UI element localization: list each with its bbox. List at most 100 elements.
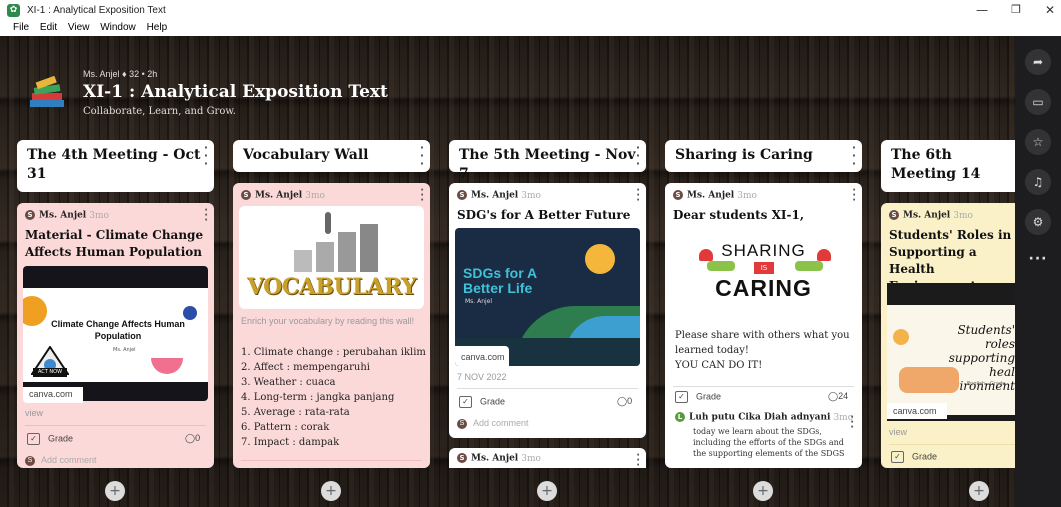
maximize-button[interactable]: ❐	[1006, 3, 1026, 16]
books-icon	[30, 76, 64, 107]
post-menu-icon[interactable]: · · ·	[636, 186, 640, 206]
board-subtitle: Collaborate, Learn, and Grow.	[83, 106, 236, 117]
post-card-second[interactable]: S Ms. Anjel 3mo · · ·	[449, 448, 646, 468]
grade-button[interactable]: ✓ Grade	[27, 433, 73, 445]
thumbnail-text: Climate Change Affects Human Population	[51, 319, 185, 341]
minimize-button[interactable]: —	[972, 3, 992, 17]
column-menu-icon[interactable]: · · ·	[852, 142, 856, 169]
column-menu-icon[interactable]: · · ·	[636, 142, 640, 169]
post-author: S Ms. Anjel 3mo	[25, 210, 109, 221]
post-card-sharing[interactable]: S Ms. Anjel 3mo · · · Dear students XI-1, SH…	[665, 183, 862, 468]
thumbnail-line2: IS	[754, 262, 774, 274]
slideshow-icon[interactable]: ▭	[1025, 89, 1051, 115]
column-title: The 6th Meeting 14	[891, 147, 981, 182]
add-post-button[interactable]: +	[753, 481, 773, 501]
avatar: S	[673, 190, 683, 200]
right-toolbar: ➦ ▭ ☆ ♫ ⚙ ···	[1015, 36, 1061, 507]
vocabulary-item: 4. Long-term : jangka panjang	[241, 392, 395, 403]
comment-icon: ◯	[828, 391, 839, 401]
post-link[interactable]: canva.com	[29, 389, 73, 399]
vocabulary-item: 1. Climate change : perubahan iklim	[241, 347, 426, 358]
avatar: S	[457, 453, 467, 463]
column-title: Vocabulary Wall	[243, 147, 369, 163]
post-menu-icon[interactable]: · · ·	[852, 186, 856, 206]
window-title: XI-1 : Analytical Exposition Text	[27, 5, 166, 16]
add-post-button[interactable]: +	[321, 481, 341, 501]
comment-count[interactable]: ◯0	[185, 433, 200, 444]
menu-help[interactable]: Help	[147, 22, 168, 33]
avatar: L	[675, 412, 685, 422]
share-icon[interactable]: ➦	[1025, 49, 1051, 75]
post-card-climate-change[interactable]: S Ms. Anjel 3mo · · · Material - Climate Cha…	[17, 203, 214, 468]
post-link-view[interactable]: view	[25, 408, 43, 418]
post-thumbnail[interactable]: VOCABULARY	[239, 206, 424, 309]
thumbnail-line1: SHARING	[721, 241, 806, 260]
post-author: S Ms. Anjel 3mo	[457, 453, 541, 464]
post-card-students-roles[interactable]: S Ms. Anjel 3mo Students' Roles in Support…	[881, 203, 1015, 468]
column-header-vocabulary-wall[interactable]: Vocabulary Wall · · ·	[233, 140, 430, 172]
grade-icon: ✓	[675, 391, 688, 403]
post-thumbnail[interactable]: SHARING IS CARING	[671, 235, 856, 320]
vocabulary-item: 5. Average : rata-rata	[241, 407, 350, 418]
menu-view[interactable]: View	[68, 22, 90, 33]
post-caption: Enrich your vocabulary by reading this w…	[241, 316, 415, 326]
grade-icon: ✓	[891, 451, 904, 463]
post-thumbnail[interactable]: Climate Change Affects Human Population …	[23, 266, 208, 401]
column-header-6th-meeting[interactable]: The 6th Meeting 14	[881, 140, 1015, 192]
add-comment-field[interactable]: S Add comment	[457, 418, 529, 429]
grade-button[interactable]: ✓ Grade	[675, 391, 721, 403]
post-link[interactable]: canva.com	[893, 406, 937, 416]
grade-button[interactable]: ✓ Grade	[891, 451, 937, 463]
post-menu-icon[interactable]: · · ·	[204, 206, 208, 226]
comment-count[interactable]: ◯0	[617, 396, 632, 407]
column-header-4th-meeting[interactable]: The 4th Meeting - Oct 31 · · ·	[17, 140, 214, 192]
add-post-button[interactable]: +	[105, 481, 125, 501]
column-header-5th-meeting[interactable]: The 5th Meeting - Nov 7 · · ·	[449, 140, 646, 182]
post-thumbnail[interactable]: Students' roles supporting heal environm…	[887, 283, 1015, 421]
avatar: S	[889, 210, 899, 220]
column-menu-icon[interactable]: · · ·	[420, 142, 424, 169]
bell-icon[interactable]: ♫	[1025, 169, 1051, 195]
thumbnail-text: SDGs for A Better Life	[463, 265, 537, 296]
post-menu-icon[interactable]: · · ·	[420, 186, 424, 206]
avatar: S	[457, 190, 467, 200]
add-post-button[interactable]: +	[537, 481, 557, 501]
board-title: XI-1 : Analytical Exposition Text	[83, 82, 388, 102]
avatar: S	[25, 455, 35, 466]
column-menu-icon[interactable]: · · ·	[204, 142, 208, 169]
gear-icon[interactable]: ⚙	[1025, 209, 1051, 235]
column-title: Sharing is Caring	[675, 147, 813, 163]
grade-icon: ✓	[27, 433, 40, 445]
menu-window[interactable]: Window	[100, 22, 136, 33]
post-card-sdgs[interactable]: S Ms. Anjel 3mo · · · SDG's for A Better Fut…	[449, 183, 646, 438]
add-comment-field[interactable]: S Add comment	[25, 455, 97, 466]
post-link[interactable]: canva.com	[461, 352, 505, 362]
thumbnail-text: VOCABULARY	[247, 274, 417, 300]
grade-icon: ✓	[459, 396, 472, 408]
post-body: Please share with others what you learne…	[675, 330, 850, 371]
grade-button[interactable]: ✓ Grade	[459, 396, 505, 408]
act-now-badge: ACT NOW	[33, 368, 67, 377]
comment-count[interactable]: ◯24	[828, 391, 848, 402]
vocabulary-item: 3. Weather : cuaca	[241, 377, 336, 388]
post-card-vocabulary[interactable]: S Ms. Anjel 3mo · · · VOCABULARY Enrich your…	[233, 183, 430, 468]
add-post-button[interactable]: +	[969, 481, 989, 501]
avatar: S	[25, 210, 35, 220]
vocabulary-list: 1. Climate change : perubahan iklim 2. A…	[241, 345, 426, 450]
menu-edit[interactable]: Edit	[40, 22, 57, 33]
thumbnail-line3: CARING	[715, 275, 812, 301]
post-author: S Ms. Anjel 3mo	[673, 190, 757, 201]
menu-file[interactable]: File	[13, 22, 29, 33]
vocabulary-item: 2. Affect : mempengaruhi	[241, 362, 370, 373]
star-icon[interactable]: ☆	[1025, 129, 1051, 155]
comment-author: L Luh putu Cika Diah adnyani 3mo	[675, 412, 853, 423]
post-menu-icon[interactable]: · · ·	[636, 451, 640, 469]
avatar: S	[241, 190, 251, 200]
thumbnail-author: Ms. Anjel	[113, 347, 136, 353]
comment-menu-icon[interactable]: · · ·	[850, 413, 854, 433]
post-thumbnail[interactable]: SDGs for A Better Life Ms. Anjel	[455, 228, 640, 366]
close-button[interactable]: ✕	[1040, 3, 1060, 17]
post-link-view[interactable]: view	[889, 427, 907, 437]
column-header-sharing-is-caring[interactable]: Sharing is Caring · · ·	[665, 140, 862, 172]
more-icon[interactable]: ···	[1025, 251, 1051, 267]
